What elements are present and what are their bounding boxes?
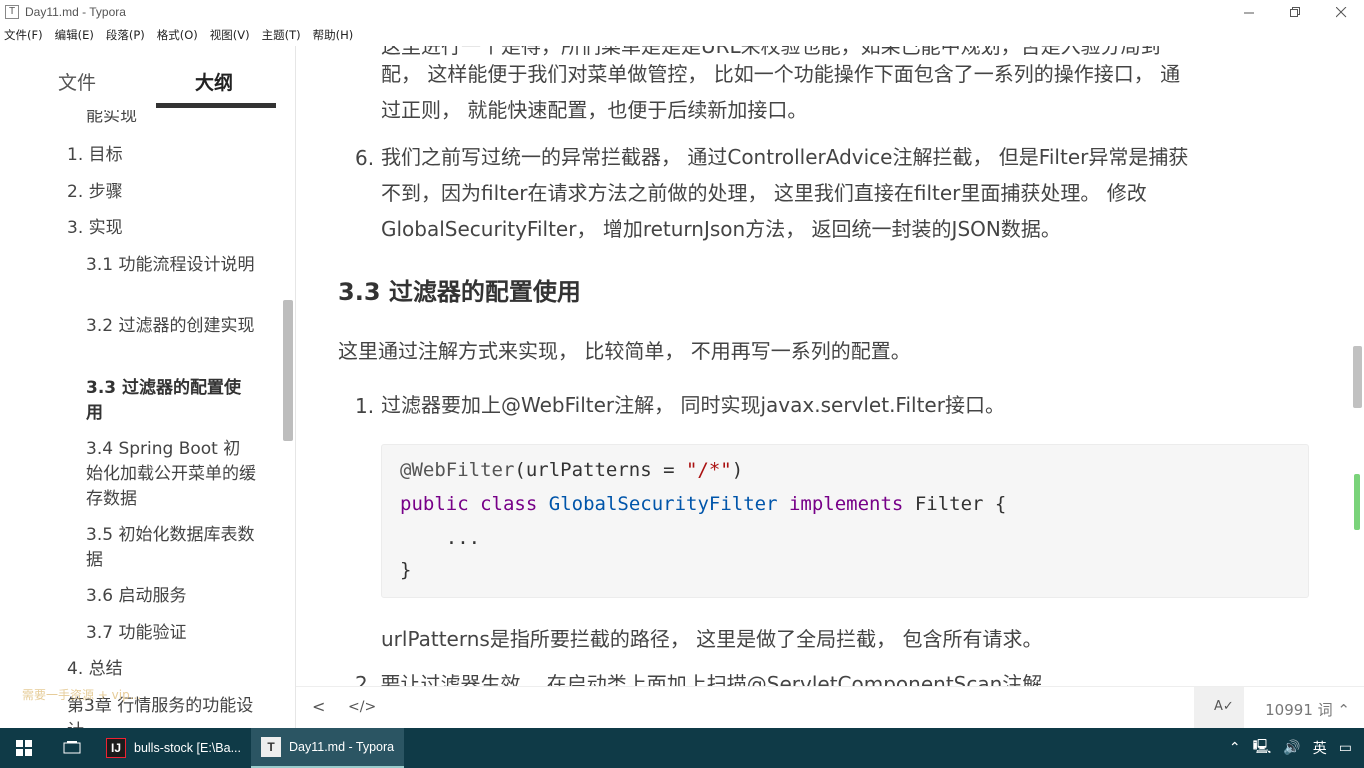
menu-help[interactable]: 帮助(H) [313,27,354,43]
list-number: 6. [355,146,375,170]
title-bar: T Day11.md - Typora [0,0,1364,24]
editor-footer: < </> A✓ 10991 词 ⌃ [296,686,1364,729]
input-method-icon[interactable]: 英 [1313,738,1327,758]
paragraph-line: 配， 这样能便于我们对菜单做管控， 比如一个功能操作下面包含了一系列的操作接口，… [381,62,1181,86]
paragraph-line: 不到，因为filter在请求方法之前做的处理， 这里我们直接在filter里面捕… [381,181,1147,205]
sidebar-scrollbar[interactable] [283,300,293,441]
menu-format[interactable]: 格式(O) [157,27,198,43]
menu-bar: 文件(F) 编辑(E) 段落(P) 格式(O) 视图(V) 主题(T) 帮助(H… [0,24,1364,46]
restore-button[interactable] [1272,0,1318,24]
sidebar-tabs: 文件 大纲 [0,46,295,110]
editor-scrollbar[interactable] [1353,346,1362,408]
tab-files[interactable]: 文件 [58,68,96,95]
outline-item[interactable]: 2. 步骤 [67,180,123,205]
window-controls [1226,0,1364,24]
network-icon[interactable]: 🖳 [1253,736,1272,760]
outline-item[interactable]: 3.1 功能流程设计说明 [86,253,256,278]
windows-logo-icon [16,740,32,756]
editor-content[interactable]: 这里进行一个是得，所们菜单是是是URL来校验也能，如果已能中规划，否是入验分局到… [296,46,1350,686]
restore-icon [1289,6,1300,17]
outline-item[interactable]: 4. 总结 [67,657,123,682]
partial-list-item: 2. 要让过滤器生效， 在启动类上面加上扫描@ServletComponentS… [355,672,1043,686]
outline-item[interactable]: 3.4 Spring Boot 初始化加载公开菜单的缓存数据 [86,437,256,512]
code-line: public class GlobalSecurityFilter implem… [400,493,1007,515]
scroll-marker [1354,474,1360,530]
taskbar-app-label: Day11.md - Typora [288,740,395,754]
paragraph-line: 过正则， 就能快速配置，也便于后续新加接口。 [381,98,808,122]
watermark: 需要一手资源 + vip... [22,688,142,702]
close-icon [1335,6,1346,17]
volume-icon[interactable]: 🔊 [1283,740,1300,756]
minimize-button[interactable] [1226,0,1272,24]
close-button[interactable] [1318,0,1364,24]
window-title: Day11.md - Typora [25,5,126,19]
outline-item-active[interactable]: 3.3 过滤器的配置使用 [86,376,256,426]
outline-item[interactable]: 3. 实现 [67,216,123,241]
taskbar: IJ bulls-stock [E:\Ba... T Day11.md - Ty… [0,728,1364,768]
code-block[interactable]: @WebFilter(urlPatterns = "/*") public cl… [381,444,1309,598]
outline-item[interactable]: 1. 目标 [67,143,123,168]
outline-item[interactable]: 3.7 功能验证 [86,621,256,646]
spellcheck-icon[interactable]: A✓ [1214,699,1234,714]
intro-paragraph: 这里通过注解方式来实现， 比较简单， 不用再写一系列的配置。 [338,339,911,363]
list-number: 1. [355,394,375,418]
typora-icon: T [260,737,281,757]
active-tab-indicator [156,103,276,108]
paragraph-line: urlPatterns是指所要拦截的路径， 这里是做了全局拦截， 包含所有请求。 [381,627,1043,651]
outline-list: 能实现 1. 目标 2. 步骤 3. 实现 3.1 功能流程设计说明 3.2 过… [0,110,282,728]
list-item-text: 过滤器要加上@WebFilter注解， 同时实现javax.servlet.Fi… [381,393,1005,417]
paragraph-line: 我们之前写过统一的异常拦截器， 通过ControllerAdvice注解拦截， … [381,145,1189,169]
word-count[interactable]: 10991 词 ⌃ [1265,699,1350,720]
code-line: @WebFilter(urlPatterns = "/*") [400,459,744,481]
start-button[interactable] [0,728,48,768]
section-heading: 3.3 过滤器的配置使用 [338,278,581,306]
task-view-button[interactable] [48,728,96,768]
task-view-icon [63,741,81,754]
toggle-sidebar-button[interactable]: < [312,697,325,716]
menu-file[interactable]: 文件(F) [4,27,43,43]
system-tray: ⌃ 🖳 🔊 英 ▭ [1229,728,1364,768]
typora-app-icon: T [5,5,19,19]
menu-theme[interactable]: 主题(T) [262,27,301,43]
taskbar-app-intellij[interactable]: IJ bulls-stock [E:\Ba... [96,728,251,768]
menu-paragraph[interactable]: 段落(P) [106,27,145,43]
minimize-icon [1243,12,1254,13]
outline-item[interactable]: 3.2 过滤器的创建实现 [86,314,256,339]
code-line: } [400,559,412,581]
word-count-chevron-icon: ⌃ [1337,701,1350,719]
menu-edit[interactable]: 编辑(E) [55,27,94,43]
tray-overflow-icon[interactable]: ⌃ [1229,740,1241,756]
notification-icon[interactable]: ▭ [1339,740,1352,756]
outline-item[interactable]: 能实现 [86,110,256,129]
paragraph-line: GlobalSecurityFilter， 增加returnJson方法， 返回… [381,217,1061,241]
outline-item[interactable]: 3.5 初始化数据库表数据 [86,523,256,573]
taskbar-app-label: bulls-stock [E:\Ba... [134,741,241,755]
tab-outline[interactable]: 大纲 [195,68,233,95]
outline-item[interactable]: 3.6 启动服务 [86,584,256,609]
menu-view[interactable]: 视图(V) [210,27,250,43]
intellij-icon: IJ [106,738,126,758]
source-mode-button[interactable]: </> [348,699,376,715]
code-line: ... [400,527,481,549]
taskbar-app-typora[interactable]: T Day11.md - Typora [250,728,405,768]
sidebar: 文件 大纲 能实现 1. 目标 2. 步骤 3. 实现 3.1 功能流程设计说明… [0,46,296,728]
